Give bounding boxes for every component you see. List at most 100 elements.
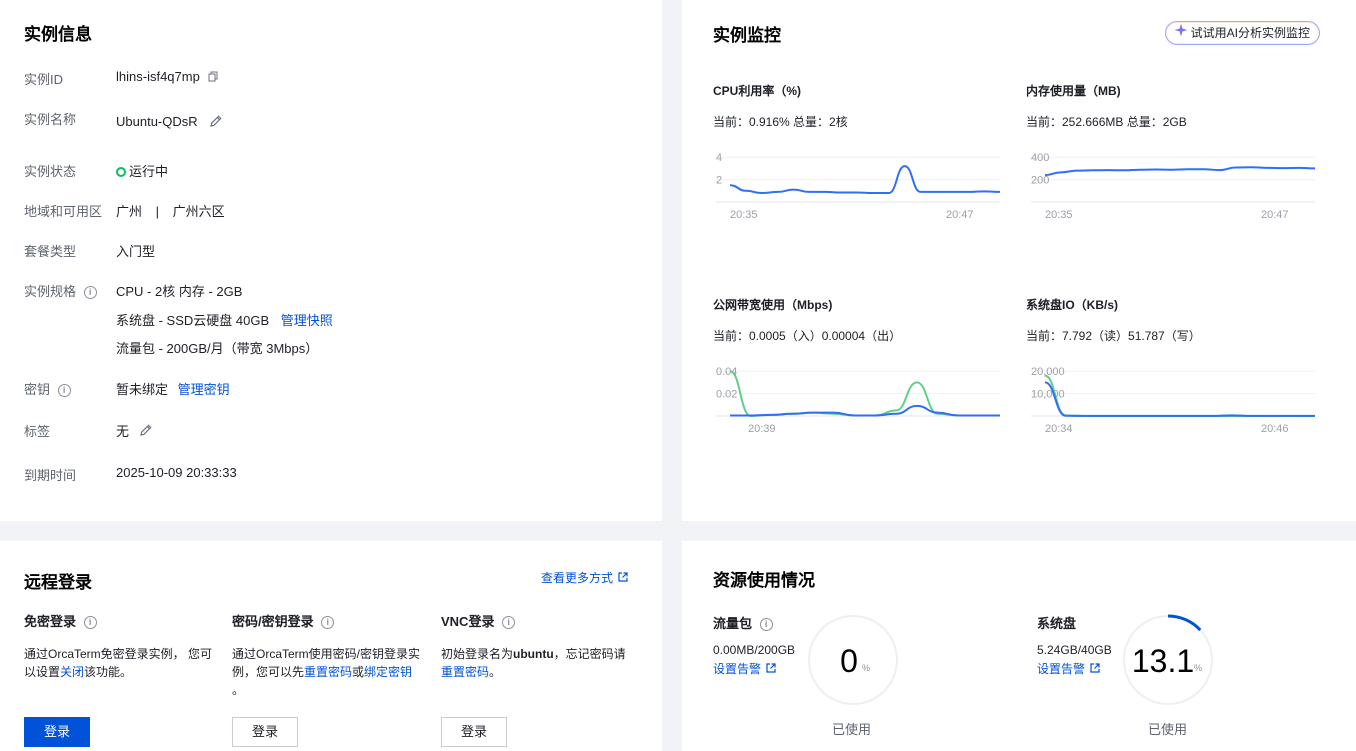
instance-status-value: 运行中 <box>129 164 169 179</box>
traffic-percent-unit: % <box>862 663 870 673</box>
spec-info-icon[interactable]: i <box>83 286 97 300</box>
spec-traffic-value: 流量包 - 200GB/月（带宽 3Mbps） <box>116 341 319 356</box>
spec-cpu-value: CPU - 2核 内存 - 2GB <box>116 284 243 299</box>
expire-value: 2025-10-09 20:33:33 <box>116 465 237 480</box>
vnc-info-icon[interactable]: i <box>502 616 516 630</box>
y-tick-label: 200 <box>1031 175 1049 187</box>
reset-password-link[interactable]: 重置密码 <box>304 665 352 679</box>
x-tick-label: 20:35 <box>1045 209 1073 221</box>
key-label-row: 密钥 i <box>24 379 71 398</box>
tag-value: 无 <box>116 424 130 439</box>
traffic-usage: 0.00MB/200GB <box>713 643 796 657</box>
edit-name-icon[interactable] <box>209 114 223 131</box>
y-tick-label: 10,000 <box>1031 389 1065 401</box>
x-tick-label: 20:47 <box>946 209 974 221</box>
plan-value: 入门型 <box>116 244 156 259</box>
expire-label: 到期时间 <box>24 468 77 483</box>
more-methods-label: 查看更多方式 <box>541 571 614 585</box>
traffic-label-row: 流量包 i <box>713 613 773 632</box>
disable-passwordless-link[interactable]: 关闭 <box>60 665 84 679</box>
disk-usage-ring: 13.1 % <box>1123 614 1213 705</box>
disk-percent: 13.1 <box>1132 643 1194 679</box>
region-label: 地域和可用区 <box>24 204 103 219</box>
running-status-icon <box>116 166 126 177</box>
tag-label: 标签 <box>24 424 51 439</box>
memory-chart-current: 当前：252.666MB 总量：2GB <box>1026 115 1187 129</box>
y-tick-label: 400 <box>1031 152 1049 164</box>
passwordless-login-heading-row: 免密登录 i <box>24 611 97 630</box>
disk-used-caption: 已使用 <box>1148 722 1188 737</box>
vnc-login-heading: VNC登录 <box>441 614 495 629</box>
series-line <box>1044 166 1316 177</box>
manage-key-link[interactable]: 管理密钥 <box>178 382 230 397</box>
vnc-reset-password-link[interactable]: 重置密码 <box>441 665 489 679</box>
traffic-alert-label: 设置告警 <box>713 662 762 676</box>
spec-disk-value: 系统盘 - SSD云硬盘 40GB <box>116 313 270 328</box>
password-login-heading-row: 密码/密钥登录 i <box>232 611 335 630</box>
disk-alert-label: 设置告警 <box>1037 662 1086 676</box>
zone-value: 广州六区 <box>172 204 225 219</box>
password-info-icon[interactable]: i <box>321 616 335 630</box>
instance-name-label: 实例名称 <box>24 112 77 127</box>
region-row: 广州 | 广州六区 <box>116 201 225 220</box>
series-line <box>730 404 1000 417</box>
disk-io-chart-current: 当前：7.792（读）51.787（写） <box>1026 329 1201 343</box>
disk-alert-link[interactable]: 设置告警 <box>1037 660 1100 677</box>
memory-chart: 400 200 20:35 20:47 <box>1031 152 1316 221</box>
external-link-icon <box>618 571 628 585</box>
ai-analyze-button[interactable]: 试试用AI分析实例监控 <box>1164 21 1320 45</box>
cpu-chart-current: 当前：0.916% 总量：2核 <box>713 115 848 129</box>
resource-usage-title: 资源使用情况 <box>713 571 815 590</box>
passwordless-info-icon[interactable]: i <box>83 616 97 630</box>
traffic-label: 流量包 <box>713 616 753 631</box>
vnc-login-desc: 初始登录名为ubuntu，忘记密码请 重置密码。 <box>441 645 637 681</box>
manage-snapshot-link[interactable]: 管理快照 <box>281 313 333 328</box>
x-tick-label: 20:47 <box>1261 209 1289 221</box>
x-tick-label: 20:35 <box>730 209 758 221</box>
password-login-heading: 密码/密钥登录 <box>232 614 314 629</box>
cpu-chart: 4 2 20:35 20:47 <box>716 152 1001 221</box>
y-tick-label: 0.02 <box>716 389 737 401</box>
series-line <box>1044 381 1315 417</box>
disk-usage: 5.24GB/40GB <box>1037 643 1112 657</box>
more-methods-link[interactable]: 查看更多方式 <box>541 569 628 586</box>
passwordless-login-heading: 免密登录 <box>24 614 77 629</box>
traffic-usage-ring: 0 % <box>808 615 898 705</box>
password-login-button[interactable]: 登录 <box>232 717 298 747</box>
instance-id-label: 实例ID <box>24 72 64 87</box>
key-value: 暂未绑定 <box>116 382 169 397</box>
y-tick-label: 0.04 <box>716 366 737 378</box>
passwordless-login-button[interactable]: 登录 <box>24 717 90 747</box>
bind-key-link[interactable]: 绑定密钥 <box>364 665 412 679</box>
sparkle-icon <box>1174 22 1188 44</box>
resource-usage-card: 资源使用情况 流量包 i 0.00MB/200GB 设置告警 0 % 已使用 系… <box>682 541 1356 751</box>
disk-ring-progress <box>1167 614 1202 632</box>
external-link-icon <box>766 662 776 676</box>
series-line <box>1044 374 1315 417</box>
password-login-desc: 通过OrcaTerm使用密码/密钥登录实例，您可以先重置密码或绑定密钥。 <box>232 645 426 699</box>
passwordless-desc-end: 该功能。 <box>84 665 133 679</box>
disk-percent-unit: % <box>1194 663 1202 673</box>
vnc-username: ubuntu <box>513 647 554 661</box>
key-label: 密钥 <box>24 382 51 397</box>
key-info-icon[interactable]: i <box>57 384 71 398</box>
cpu-chart-title: CPU利用率（%) <box>713 84 802 98</box>
x-tick-label: 20:46 <box>1261 423 1289 435</box>
traffic-used-caption: 已使用 <box>832 722 872 737</box>
bandwidth-chart-current: 当前：0.0005（入）0.00004（出） <box>713 329 902 343</box>
traffic-info-icon[interactable]: i <box>759 618 773 632</box>
instance-info-card: 实例信息 实例ID lhins-isf4q7mp 实例名称 Ubuntu-QDs… <box>0 0 662 521</box>
traffic-alert-link[interactable]: 设置告警 <box>713 660 776 677</box>
bandwidth-chart-title: 公网带宽使用（Mbps) <box>713 298 833 312</box>
copy-icon[interactable] <box>208 70 219 85</box>
edit-tag-icon[interactable] <box>139 423 153 440</box>
vnc-login-button[interactable]: 登录 <box>441 717 507 747</box>
instance-name-row: Ubuntu-QDsR <box>116 114 223 131</box>
instance-status-label: 实例状态 <box>24 164 77 179</box>
disk-label: 系统盘 <box>1037 616 1077 631</box>
plan-label: 套餐类型 <box>24 244 77 259</box>
passwordless-login-desc: 通过OrcaTerm免密登录实例， 您可以设置关闭该功能。 <box>24 645 216 681</box>
password-desc-or: 或 <box>352 665 365 679</box>
memory-chart-title: 内存使用量（MB) <box>1026 84 1121 98</box>
region-separator: | <box>155 204 160 219</box>
